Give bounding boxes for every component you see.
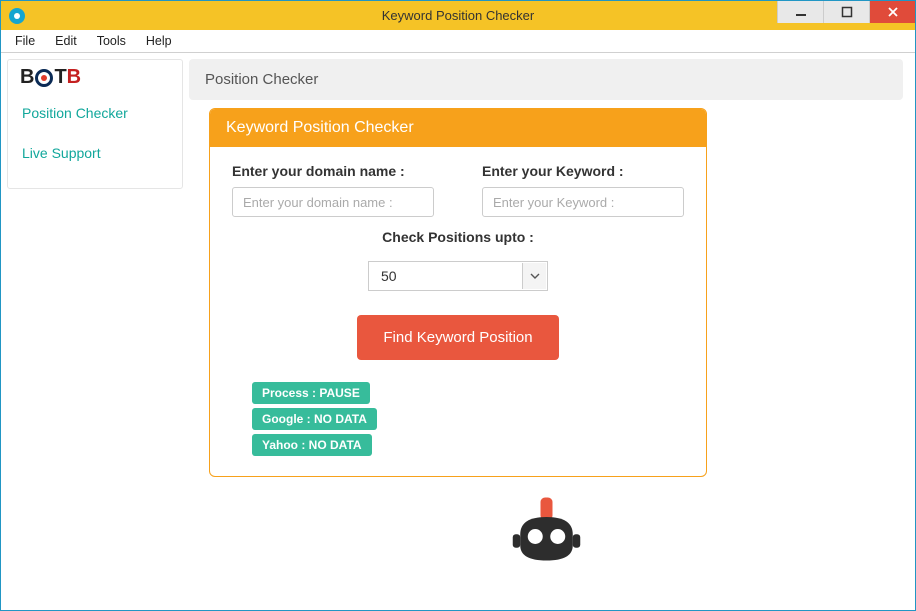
content-area: BTB Position Checker Live Support Positi… — [1, 53, 915, 610]
positions-select[interactable]: 50 — [368, 261, 548, 291]
app-window: Keyword Position Checker File Edit Tools… — [0, 0, 916, 611]
maximize-icon — [841, 6, 853, 18]
status-badges: Process : PAUSE Google : NO DATA Yahoo :… — [252, 382, 684, 456]
app-icon — [9, 8, 25, 24]
keyword-input[interactable] — [482, 187, 684, 217]
logo-row: BTB — [8, 60, 182, 93]
badge-process: Process : PAUSE — [252, 382, 370, 404]
sidebar-item-position-checker[interactable]: Position Checker — [8, 93, 182, 133]
robot-head-icon — [509, 493, 584, 568]
breadcrumb: Position Checker — [189, 59, 903, 100]
find-position-button[interactable]: Find Keyword Position — [357, 315, 558, 360]
minimize-icon — [795, 6, 807, 18]
maximize-button[interactable] — [823, 1, 869, 23]
close-icon — [887, 6, 899, 18]
badge-google: Google : NO DATA — [252, 408, 377, 430]
menu-edit[interactable]: Edit — [45, 31, 87, 51]
positions-selected-value: 50 — [381, 268, 397, 284]
close-button[interactable] — [869, 1, 915, 23]
chevron-down-icon — [522, 263, 546, 289]
minimize-button[interactable] — [777, 1, 823, 23]
menubar: File Edit Tools Help — [1, 30, 915, 53]
main-area: Position Checker Keyword Position Checke… — [189, 59, 909, 604]
positions-label: Check Positions upto : — [382, 229, 534, 245]
menu-tools[interactable]: Tools — [87, 31, 136, 51]
menu-help[interactable]: Help — [136, 31, 182, 51]
keyword-label: Enter your Keyword : — [482, 163, 684, 179]
window-title: Keyword Position Checker — [382, 8, 534, 23]
badge-yahoo: Yahoo : NO DATA — [252, 434, 372, 456]
domain-input[interactable] — [232, 187, 434, 217]
card-title: Keyword Position Checker — [210, 109, 706, 147]
checker-card: Keyword Position Checker Enter your doma… — [209, 108, 707, 477]
titlebar[interactable]: Keyword Position Checker — [1, 1, 915, 30]
menu-file[interactable]: File — [5, 31, 45, 51]
domain-label: Enter your domain name : — [232, 163, 434, 179]
window-controls — [777, 1, 915, 23]
footer-logo — [189, 493, 903, 568]
bot-logo: BTB — [20, 66, 81, 89]
sidebar: BTB Position Checker Live Support — [7, 59, 183, 189]
sidebar-item-live-support[interactable]: Live Support — [8, 133, 182, 173]
